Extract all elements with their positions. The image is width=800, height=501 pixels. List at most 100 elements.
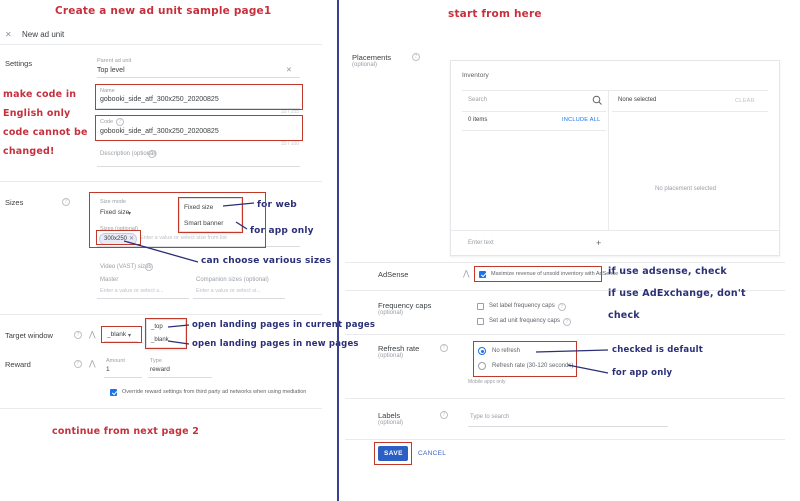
size-mode-chevron-down-icon[interactable]: ▾ <box>128 210 131 217</box>
target-window-option-top[interactable]: _top <box>151 324 163 330</box>
annotation-for-web: for web <box>257 200 297 210</box>
frequency-cap-label-checkbox[interactable] <box>477 303 484 310</box>
labels-field[interactable] <box>468 426 668 427</box>
clear-parent-icon[interactable]: ✕ <box>286 66 292 74</box>
vast-help-icon[interactable]: ? <box>145 263 153 271</box>
placements-divider <box>345 262 785 263</box>
labels-help-icon[interactable]: ? <box>440 411 448 419</box>
refresh-option-no-refresh-label: No refresh <box>492 348 521 354</box>
companion-field[interactable] <box>193 298 285 299</box>
page-title: New ad unit <box>22 30 65 39</box>
labels-divider <box>345 439 785 440</box>
labels-placeholder[interactable]: Type to search <box>470 414 509 420</box>
placements-help-icon[interactable]: ? <box>412 53 420 61</box>
sizes-placeholder[interactable]: Enter a value or select size from list <box>140 235 227 241</box>
section-label-adsense: AdSense <box>378 270 409 279</box>
inventory-search-rule <box>462 111 606 112</box>
frequency-cap-adunit-checkbox[interactable] <box>477 318 484 325</box>
refresh-rate-help-icon[interactable]: ? <box>440 344 448 352</box>
branch-icon-reward: ⋀ <box>89 359 96 368</box>
reward-type-label: Type <box>150 358 162 364</box>
enter-text-placeholder[interactable]: Enter text <box>468 240 494 246</box>
size-mode-option-fixed-size[interactable]: Fixed size <box>184 204 213 211</box>
code-help-icon[interactable]: ? <box>116 118 124 126</box>
annotation-make-code-1: make code in <box>3 89 77 100</box>
annotation-various-sizes: can choose various sizes <box>201 256 332 266</box>
frequency-cap-adunit-text: Set ad unit frequency caps <box>489 318 561 324</box>
annotation-new-pages: open landing pages in new pages <box>192 339 359 349</box>
refresh-option-interval-radio[interactable] <box>478 362 486 370</box>
reward-amount-value[interactable]: 1 <box>106 366 110 373</box>
target-window-option-blank[interactable]: _blank <box>151 337 169 343</box>
inventory-items-count: 0 items <box>468 117 488 123</box>
code-label: Code <box>100 119 114 125</box>
clear-link[interactable]: CLEAR <box>735 98 755 104</box>
reward-amount-field[interactable] <box>104 377 142 378</box>
frequency-cap-adunit-help-icon[interactable]: ? <box>563 318 571 326</box>
annotation-for-app-only-sizes: for app only <box>250 226 314 236</box>
companion-placeholder[interactable]: Enter a value or select si... <box>196 288 261 294</box>
section-label-placements: Placements <box>352 53 392 62</box>
target-window-value[interactable]: _blank <box>107 331 126 338</box>
cancel-button[interactable]: CANCEL <box>412 449 452 458</box>
refresh-rate-helper: Mobile apps only <box>468 379 506 385</box>
target-window-field[interactable] <box>104 341 138 342</box>
size-mode-label: Size mode <box>100 199 126 205</box>
refresh-option-no-refresh-radio[interactable] <box>478 347 486 355</box>
name-counter: 33 / 255 <box>281 109 300 115</box>
target-window-chevron-down-icon[interactable]: ▾ <box>128 332 131 339</box>
master-field[interactable] <box>97 298 189 299</box>
code-value[interactable]: gobooki_side_atf_300x250_20200825 <box>100 128 219 135</box>
annotation-title-left: Create a new ad unit sample page1 <box>55 5 272 17</box>
name-value[interactable]: gobooki_side_atf_300x250_20200825 <box>100 96 219 103</box>
section-label-refresh-rate: Refresh rate <box>378 344 420 353</box>
screenshot-root: Create a new ad unit sample page1 ✕ New … <box>0 0 800 501</box>
frequency-caps-optional: (optional) <box>378 310 404 316</box>
target-window-help-icon[interactable]: ? <box>74 331 82 339</box>
override-reward-label: Override reward settings from third part… <box>122 389 307 395</box>
settings-divider <box>0 181 322 182</box>
section-label-frequency-caps: Frequency caps <box>378 301 432 310</box>
companion-label: Companion sizes (optional) <box>196 277 269 283</box>
size-chip-label: 300x250 <box>104 236 128 242</box>
code-field[interactable] <box>97 140 300 141</box>
size-mode-option-smart-banner[interactable]: Smart banner <box>184 220 223 227</box>
sizes-help-icon[interactable]: ? <box>62 198 70 206</box>
name-field[interactable] <box>97 108 300 109</box>
annotation-checked-default: checked is default <box>612 345 703 355</box>
size-chip-remove-icon[interactable]: ✕ <box>129 235 134 243</box>
reward-type-field[interactable] <box>148 377 212 378</box>
description-field[interactable] <box>97 166 300 167</box>
inventory-search-placeholder[interactable]: Search <box>468 97 487 103</box>
inventory-selected-rule <box>612 111 768 112</box>
annotation-make-code-4: changed! <box>3 146 55 157</box>
save-button[interactable]: SAVE <box>378 446 408 461</box>
annotation-make-code-2: English only <box>3 108 71 119</box>
inventory-items-rule <box>462 130 606 131</box>
parent-ad-unit-label: Parent ad unit <box>97 58 132 64</box>
section-label-labels: Labels <box>378 411 401 420</box>
none-selected-label: None selected <box>618 97 657 103</box>
sizes-field[interactable] <box>97 246 300 247</box>
size-mode-value[interactable]: Fixed size <box>100 209 129 216</box>
reward-help-icon[interactable]: ? <box>74 360 82 368</box>
vast-sizes-label: Video (VAST) sizes <box>100 264 152 270</box>
close-icon[interactable]: ✕ <box>5 30 12 39</box>
frequency-cap-label-help-icon[interactable]: ? <box>558 303 566 311</box>
inventory-footer-rule <box>450 230 780 231</box>
section-label-sizes: Sizes <box>5 198 24 207</box>
parent-ad-unit-field[interactable] <box>97 77 300 78</box>
section-label-settings: Settings <box>5 59 33 68</box>
description-help-icon[interactable]: ? <box>148 150 156 158</box>
annotation-adsense-3: check <box>608 310 640 321</box>
adsense-checkbox[interactable] <box>479 271 486 278</box>
code-counter: 33 / 100 <box>281 141 300 147</box>
plus-icon[interactable]: + <box>596 238 601 248</box>
include-all-link[interactable]: INCLUDE ALL <box>562 117 600 123</box>
annotation-continue-next: continue from next page 2 <box>52 426 200 437</box>
override-reward-checkbox[interactable] <box>110 389 117 396</box>
master-placeholder[interactable]: Enter a value or select s... <box>100 288 164 294</box>
reward-type-value[interactable]: reward <box>150 366 170 373</box>
refresh-rate-optional: (optional) <box>378 353 404 359</box>
size-chip-300x250[interactable]: 300x250 ✕ <box>99 233 138 245</box>
